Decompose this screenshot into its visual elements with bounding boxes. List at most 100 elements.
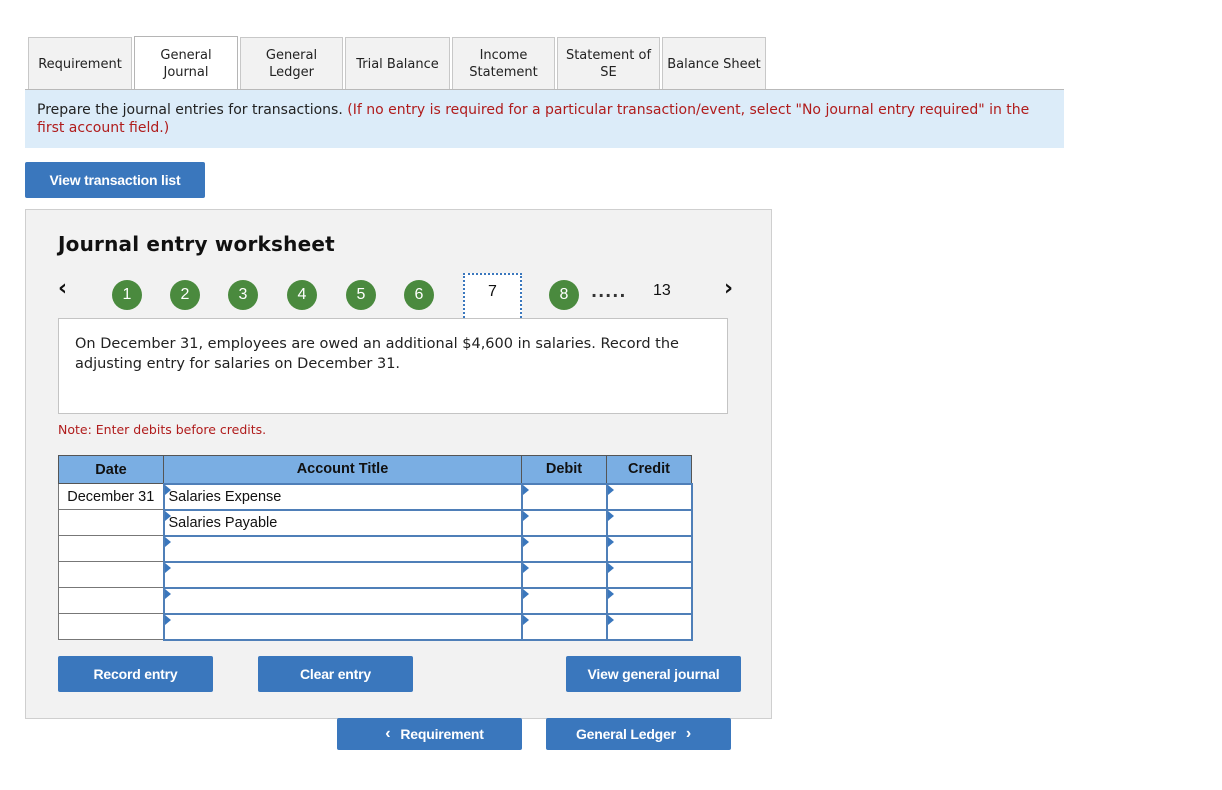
credit-input[interactable]: [607, 588, 691, 613]
view-transaction-list-button[interactable]: View transaction list: [25, 162, 205, 198]
table-row: [58, 560, 693, 589]
tab-trial-balance[interactable]: Trial Balance: [345, 37, 450, 90]
account-title-input[interactable]: [164, 562, 521, 587]
step-8[interactable]: 8: [549, 280, 579, 310]
dropdown-marker-icon: [607, 614, 614, 625]
journal-entry-worksheet: Journal entry worksheet ‹ 1 2 3 4 5 6 7 …: [25, 209, 772, 719]
prev-label: Requirement: [400, 726, 484, 742]
next-label: General Ledger: [575, 726, 676, 742]
tab-balance-sheet[interactable]: Balance Sheet: [662, 37, 766, 90]
dropdown-marker-icon: [522, 484, 529, 495]
dropdown-marker-icon: [164, 510, 171, 521]
tab-label: Statement of: [565, 48, 652, 63]
tab-general-ledger[interactable]: General Ledger: [240, 37, 343, 90]
step-5[interactable]: 5: [346, 280, 376, 310]
transaction-navigator: ‹ 1 2 3 4 5 6 7 8 ..... 13 ›: [26, 270, 771, 325]
credit-input[interactable]: [607, 562, 691, 587]
worksheet-title: Journal entry worksheet: [58, 232, 335, 256]
dropdown-marker-icon: [607, 588, 614, 599]
credit-cell: [605, 560, 693, 589]
account-title-input[interactable]: [164, 614, 521, 639]
debit-cell: [520, 612, 608, 641]
step-13[interactable]: 13: [653, 282, 671, 300]
tab-label: Statement: [469, 65, 538, 80]
debit-input[interactable]: [522, 614, 606, 639]
credit-cell: [605, 508, 693, 537]
account-title-input[interactable]: [164, 510, 521, 535]
header-date: Date: [58, 455, 164, 484]
step-6[interactable]: 6: [404, 280, 434, 310]
debits-note: Note: Enter debits before credits.: [58, 422, 267, 437]
chevron-left-icon[interactable]: ‹: [58, 276, 67, 301]
date-cell: [58, 535, 164, 562]
chevron-right-icon[interactable]: ›: [724, 276, 733, 301]
dropdown-marker-icon: [522, 588, 529, 599]
credit-input[interactable]: [607, 510, 691, 535]
step-ellipsis: .....: [591, 282, 627, 301]
instruction-text: Prepare the journal entries for transact…: [37, 102, 348, 118]
tab-income-statement[interactable]: Income Statement: [452, 37, 555, 90]
step-4[interactable]: 4: [287, 280, 317, 310]
tab-label: Journal: [163, 64, 209, 80]
dropdown-marker-icon: [607, 562, 614, 573]
credit-cell: [605, 534, 693, 563]
account-title-input[interactable]: [164, 484, 521, 509]
debit-input[interactable]: [522, 510, 606, 535]
account-title-cell: [162, 560, 523, 589]
table-row: [58, 612, 693, 641]
dropdown-marker-icon: [522, 510, 529, 521]
account-title-input[interactable]: [164, 588, 521, 613]
date-cell: [58, 587, 164, 614]
dropdown-marker-icon: [164, 588, 171, 599]
account-title-cell: [162, 534, 523, 563]
dropdown-marker-icon: [164, 614, 171, 625]
tab-requirement[interactable]: Requirement: [28, 37, 132, 90]
account-title-cell: [162, 508, 523, 537]
debit-cell: [520, 508, 608, 537]
account-title-cell: [162, 612, 523, 641]
dropdown-marker-icon: [607, 536, 614, 547]
tab-label: Income: [479, 48, 528, 63]
tab-label: Ledger: [269, 65, 314, 80]
next-general-ledger-button[interactable]: General Ledger ›: [546, 718, 731, 750]
transaction-description: On December 31, employees are owed an ad…: [58, 318, 728, 414]
debit-cell: [520, 586, 608, 615]
dropdown-marker-icon: [164, 536, 171, 547]
credit-cell: [605, 586, 693, 615]
debit-input[interactable]: [522, 536, 606, 561]
dropdown-marker-icon: [607, 484, 614, 495]
credit-input[interactable]: [607, 614, 691, 639]
table-row: [58, 508, 693, 537]
clear-entry-button[interactable]: Clear entry: [258, 656, 413, 692]
account-title-input[interactable]: [164, 536, 521, 561]
dropdown-marker-icon: [607, 510, 614, 521]
debit-input[interactable]: [522, 588, 606, 613]
account-title-cell: [162, 586, 523, 615]
credit-input[interactable]: [607, 484, 691, 509]
dropdown-marker-icon: [164, 562, 171, 573]
debit-cell: [520, 534, 608, 563]
account-title-cell: [162, 482, 523, 511]
record-entry-button[interactable]: Record entry: [58, 656, 213, 692]
view-general-journal-button[interactable]: View general journal: [566, 656, 741, 692]
credit-input[interactable]: [607, 536, 691, 561]
credit-cell: [605, 612, 693, 641]
tab-bar: Requirement General Journal General Ledger…: [28, 36, 768, 90]
journal-entry-table: Date Account Title Debit Credit December…: [58, 455, 693, 641]
step-2[interactable]: 2: [170, 280, 200, 310]
date-cell: [58, 561, 164, 588]
step-current[interactable]: 7: [463, 273, 522, 321]
tab-label: General: [160, 47, 212, 63]
instruction-banner: Prepare the journal entries for transact…: [25, 89, 1064, 148]
step-3[interactable]: 3: [228, 280, 258, 310]
header-debit: Debit: [521, 455, 607, 484]
table-row: [58, 586, 693, 615]
dropdown-marker-icon: [164, 484, 171, 495]
debit-input[interactable]: [522, 562, 606, 587]
prev-requirement-button[interactable]: ‹ Requirement: [337, 718, 522, 750]
step-1[interactable]: 1: [112, 280, 142, 310]
tab-general-journal[interactable]: General Journal: [134, 36, 238, 90]
debit-input[interactable]: [522, 484, 606, 509]
table-row: December 31: [58, 482, 693, 511]
tab-statement-of-se[interactable]: Statement of SE: [557, 37, 660, 90]
